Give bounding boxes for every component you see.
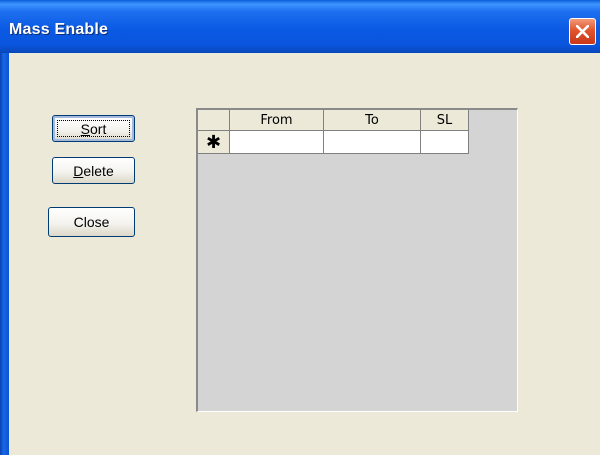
title-bar[interactable]: Mass Enable (0, 0, 600, 53)
column-header-from[interactable]: From (230, 110, 324, 130)
column-header-to[interactable]: To (324, 110, 421, 130)
sort-button[interactable]: Sort (52, 115, 135, 142)
focus-rectangle (57, 120, 130, 137)
cell-from[interactable] (230, 131, 324, 153)
delete-button[interactable]: Delete (52, 157, 135, 184)
close-button[interactable]: Close (48, 207, 135, 237)
cell-to[interactable] (324, 131, 421, 153)
close-button-label: Close (73, 214, 110, 230)
delete-label-rest: elete (83, 162, 114, 179)
window-left-border (0, 53, 9, 455)
grid-header: From To SL (198, 110, 469, 131)
data-grid[interactable]: From To SL ✱ (196, 108, 518, 412)
new-row-asterisk-icon[interactable]: ✱ (198, 131, 230, 153)
close-x-icon (576, 25, 589, 38)
new-row: ✱ (198, 131, 469, 154)
window-close-button[interactable] (569, 18, 596, 45)
grid-corner-cell[interactable] (198, 110, 230, 130)
column-header-sl[interactable]: SL (421, 110, 469, 130)
mass-enable-dialog: Mass Enable Sort Delete Close From To SL… (0, 0, 600, 455)
cell-sl[interactable] (421, 131, 469, 153)
delete-button-label: Delete (73, 162, 114, 179)
window-title: Mass Enable (9, 21, 109, 38)
